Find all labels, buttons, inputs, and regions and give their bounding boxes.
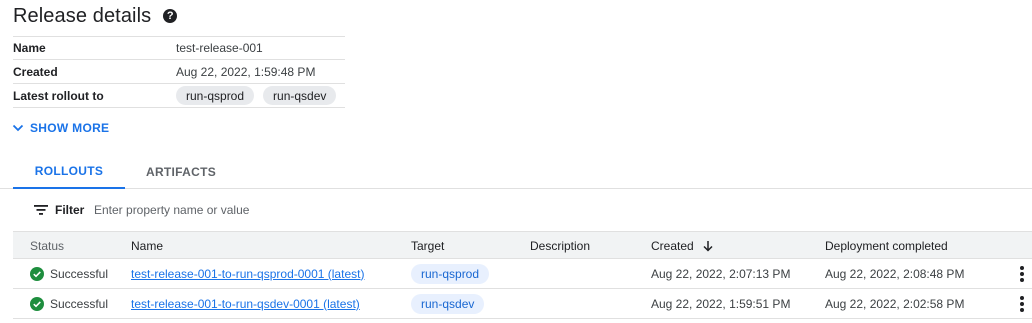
deployment-completed-cell: Aug 22, 2022, 2:02:58 PM: [825, 296, 965, 311]
column-header-name[interactable]: Name: [131, 232, 163, 259]
target-chip[interactable]: run-qsdev: [411, 293, 485, 314]
column-header-description[interactable]: Description: [530, 232, 590, 259]
filter-list-icon[interactable]: [34, 205, 48, 215]
target-chip: run-qsprod: [176, 86, 255, 105]
rollouts-table: Status Name Target Description Created D…: [13, 231, 1032, 319]
detail-label: Latest rollout to: [13, 88, 104, 103]
column-header-status[interactable]: Status: [30, 232, 64, 259]
check-circle-icon: [30, 296, 44, 311]
detail-value: Aug 22, 2022, 1:59:48 PM: [176, 64, 316, 79]
column-header-label: Created: [651, 238, 694, 253]
name-cell: test-release-001-to-run-qsdev-0001 (late…: [131, 289, 360, 318]
show-more-label: SHOW MORE: [30, 121, 110, 135]
rollout-link[interactable]: test-release-001-to-run-qsprod-0001 (lat…: [131, 267, 364, 281]
title-row: Release details ?: [13, 4, 178, 28]
table-row: Successful test-release-001-to-run-qspro…: [13, 259, 1032, 289]
target-chip: run-qsdev: [263, 86, 337, 105]
table-row: Successful test-release-001-to-run-qsdev…: [13, 289, 1032, 319]
filter-label: Filter: [55, 203, 85, 217]
status-text: Successful: [50, 296, 109, 311]
help-circle-icon[interactable]: ?: [163, 9, 178, 23]
status-cell: Successful: [30, 259, 108, 288]
created-cell: Aug 22, 2022, 1:59:51 PM: [651, 296, 791, 311]
detail-label: Name: [13, 41, 46, 55]
chevron-down-icon: [12, 124, 24, 132]
detail-label: Created: [13, 64, 58, 79]
tab-bar: ROLLOUTS ARTIFACTS: [0, 154, 1032, 189]
detail-row-latest-rollout: Latest rollout to run-qsprod run-qsdev: [13, 84, 345, 108]
arrow-down-sort-icon: [703, 240, 713, 252]
tab-artifacts[interactable]: ARTIFACTS: [130, 154, 232, 189]
filter-input[interactable]: [94, 199, 494, 221]
check-circle-icon: [30, 266, 44, 281]
more-vert-icon[interactable]: [1020, 266, 1024, 282]
page-title: Release details: [13, 4, 152, 27]
status-cell: Successful: [30, 289, 108, 318]
deployment-completed-cell: Aug 22, 2022, 2:08:48 PM: [825, 266, 965, 281]
more-vert-icon[interactable]: [1020, 296, 1024, 312]
release-details-list: Name test-release-001 Created Aug 22, 20…: [13, 36, 345, 108]
column-header-deployment-completed[interactable]: Deployment completed: [825, 232, 948, 259]
column-header-created[interactable]: Created: [651, 232, 714, 259]
created-cell: Aug 22, 2022, 2:07:13 PM: [651, 266, 791, 281]
detail-chips: run-qsprod run-qsdev: [176, 86, 337, 105]
target-cell: run-qsprod: [411, 259, 490, 288]
detail-value: test-release-001: [176, 41, 263, 55]
filter-bar: Filter: [0, 196, 1032, 224]
rollout-link[interactable]: test-release-001-to-run-qsdev-0001 (late…: [131, 297, 360, 311]
target-cell: run-qsdev: [411, 289, 485, 318]
status-text: Successful: [50, 266, 109, 281]
target-chip[interactable]: run-qsprod: [411, 263, 490, 284]
tab-rollouts[interactable]: ROLLOUTS: [13, 154, 125, 189]
show-more-button[interactable]: SHOW MORE: [12, 121, 109, 135]
detail-row-created: Created Aug 22, 2022, 1:59:48 PM: [13, 60, 345, 84]
name-cell: test-release-001-to-run-qsprod-0001 (lat…: [131, 259, 364, 288]
detail-row-name: Name test-release-001: [13, 36, 345, 60]
column-header-target[interactable]: Target: [411, 232, 444, 259]
table-header: Status Name Target Description Created D…: [13, 231, 1032, 259]
